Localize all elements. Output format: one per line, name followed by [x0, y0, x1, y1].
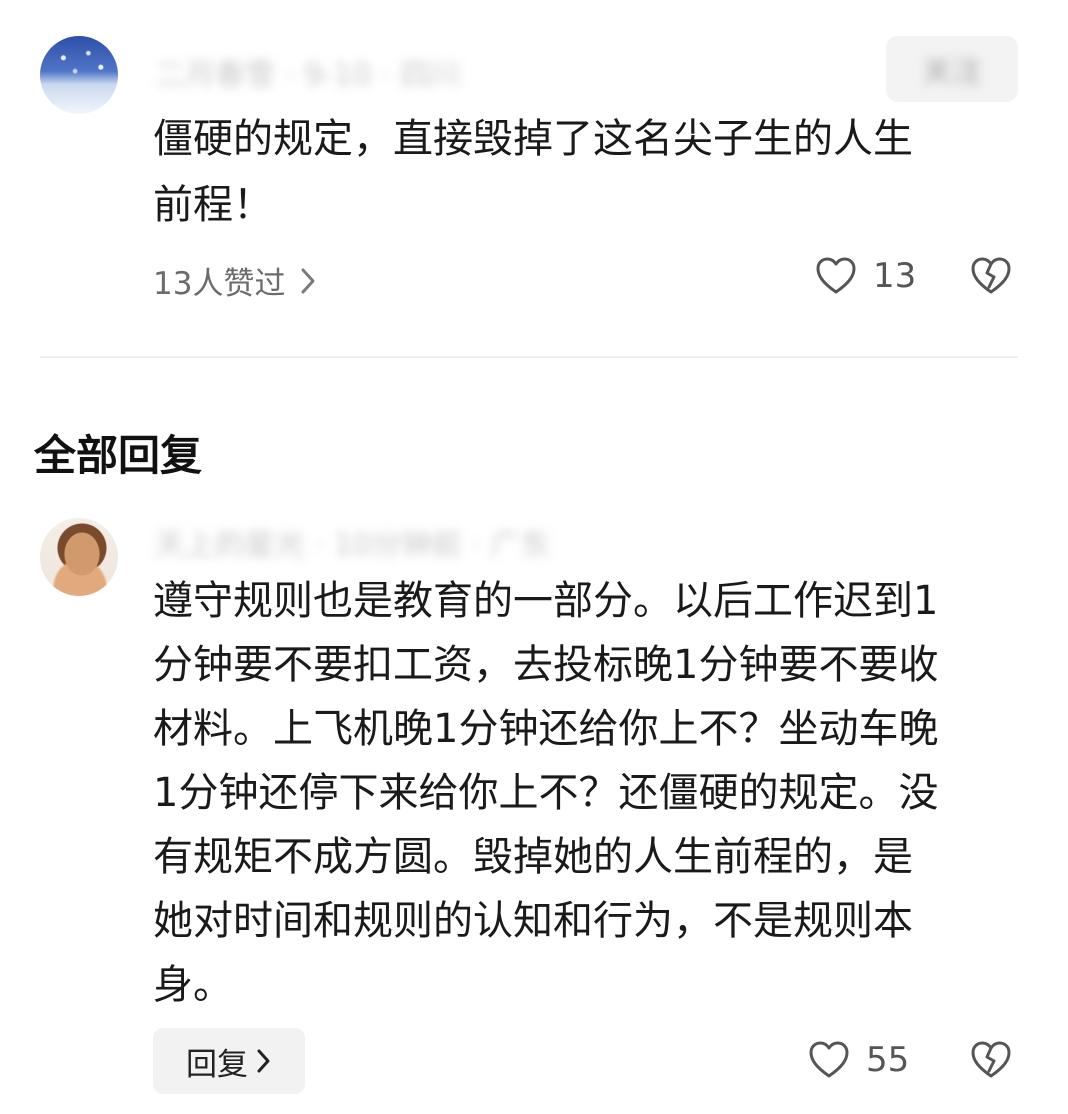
reply-text-line: 有规矩不成方圆。毁掉她的人生前程的，是 [153, 834, 913, 880]
chevron-right-icon [299, 266, 317, 296]
like-count: 55 [866, 1040, 910, 1080]
comment-text-line: 前程！ [153, 182, 273, 228]
broken-heart-icon [970, 256, 1012, 296]
heart-icon [808, 1040, 850, 1080]
reply-text-line: 材料。上飞机晚1分钟还给你上不？坐动车晚 [153, 706, 939, 752]
comment-text-line: 僵硬的规定，直接毁掉了这名尖子生的人生 [153, 116, 913, 162]
reply-button[interactable]: 回复 [153, 1028, 305, 1094]
divider [40, 356, 1018, 358]
follow-button[interactable]: 关注 [886, 36, 1018, 102]
dislike-button[interactable] [970, 1040, 1012, 1080]
section-title: 全部回复 [34, 431, 203, 480]
broken-heart-icon [970, 1040, 1012, 1080]
reply-button-label: 回复 [186, 1046, 248, 1083]
reply-text-line: 分钟要不要扣工资，去投标晚1分钟要不要收 [153, 642, 939, 688]
reply-text-line: 身。 [153, 962, 233, 1008]
chevron-right-icon [256, 1048, 272, 1074]
heart-icon [815, 256, 857, 296]
comment-author-meta[interactable]: 二月春雪 · 9-10 · 四川 [155, 50, 460, 94]
dislike-button[interactable] [970, 256, 1012, 296]
likers-link[interactable]: 13人赞过 [153, 258, 317, 303]
avatar[interactable] [40, 36, 118, 114]
reply-text-line: 她对时间和规则的认知和行为，不是规则本 [153, 898, 913, 944]
like-button[interactable]: 55 [808, 1040, 909, 1080]
reply-text-line: 1分钟还停下来给你上不？还僵硬的规定。没 [153, 770, 939, 816]
reply-text-line: 遵守规则也是教育的一部分。以后工作迟到1 [153, 578, 939, 624]
follow-button-label: 关注 [922, 55, 982, 90]
avatar[interactable] [40, 518, 118, 596]
reply-author-meta[interactable]: 天上的星光 · 10分钟前 · 广东 [155, 520, 550, 564]
like-button[interactable]: 13 [815, 256, 916, 296]
like-count: 13 [873, 256, 917, 296]
likers-label: 13人赞过 [153, 266, 286, 302]
